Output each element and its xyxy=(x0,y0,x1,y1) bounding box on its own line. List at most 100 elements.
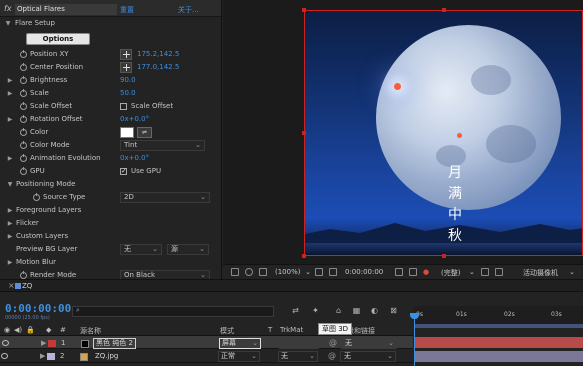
mask-icon[interactable] xyxy=(245,268,253,276)
layer-label-color[interactable] xyxy=(47,353,55,360)
eye-icon[interactable] xyxy=(2,340,9,346)
trkmat-select[interactable]: 无 ⌄ xyxy=(278,351,318,362)
stopwatch-icon[interactable] xyxy=(20,89,27,97)
layer-search-input[interactable]: ⌕ xyxy=(72,306,274,317)
close-icon[interactable]: × xyxy=(8,281,15,290)
trkmat-select[interactable] xyxy=(279,338,319,349)
stopwatch-icon[interactable] xyxy=(20,76,27,84)
region-icon[interactable] xyxy=(481,268,489,276)
transparency-grid-icon[interactable] xyxy=(495,268,503,276)
layer-mode-select[interactable]: 屏幕 ⌄ xyxy=(219,338,261,349)
motion-blur-icon[interactable]: ◐ xyxy=(369,305,380,316)
group-custom-layers[interactable]: ▶ Custom Layers xyxy=(0,230,221,243)
resolution-select[interactable]: (完整) xyxy=(441,268,460,278)
frame-blending-icon[interactable]: ▦ xyxy=(351,305,362,316)
time-ruler[interactable]: 0s 01s 02s 03s xyxy=(414,306,583,324)
camera-select[interactable]: 活动摄像机 xyxy=(523,268,558,278)
stopwatch-icon[interactable] xyxy=(20,167,27,175)
timeline-tab[interactable]: × ZQ xyxy=(0,280,583,292)
crosshair-icon[interactable] xyxy=(120,49,132,60)
layer-duration-bar[interactable] xyxy=(414,351,583,362)
color-swatch[interactable] xyxy=(120,127,134,138)
layer-row[interactable]: ▶ 2 ZQ.jpg 正常 ⌄ 无 ⌄ @ 无 ⌄ xyxy=(0,350,413,363)
scale-offset-checkbox[interactable] xyxy=(120,103,127,110)
source-type-select[interactable]: 2D ⌄ xyxy=(120,192,210,203)
pickwhip-icon[interactable]: @ xyxy=(329,338,337,347)
eye-icon[interactable] xyxy=(1,353,8,359)
fx-badge[interactable]: fx xyxy=(4,4,12,13)
current-time[interactable]: 0:00:00:00 xyxy=(5,302,71,315)
layer-duration-bar[interactable] xyxy=(414,337,583,348)
snapshot-icon[interactable] xyxy=(409,268,417,276)
stopwatch-icon[interactable] xyxy=(20,115,27,123)
draft-3d-icon[interactable]: ✦ xyxy=(310,305,321,316)
chevron-down-icon[interactable]: ⌄ xyxy=(569,268,575,276)
chevron-right-icon[interactable]: ▶ xyxy=(40,352,45,360)
group-positioning-mode[interactable]: ▼ Positioning Mode xyxy=(0,178,221,191)
composition-tab-name[interactable]: ZQ xyxy=(22,282,32,290)
flare-center-point[interactable] xyxy=(457,133,462,138)
chevron-right-icon[interactable]: ▶ xyxy=(6,217,14,230)
flare-setup-group[interactable]: ▼ Flare Setup xyxy=(0,17,221,30)
composition-viewer[interactable]: 月 满 中 秋 xyxy=(223,0,583,264)
eye-icon[interactable]: ◉ xyxy=(4,326,10,334)
flowchart-icon[interactable]: ⇄ xyxy=(290,305,301,316)
property-value[interactable]: 177.0,142.5 xyxy=(137,61,179,74)
fit-icon[interactable] xyxy=(315,268,323,276)
lens-flare[interactable] xyxy=(394,83,401,90)
label-icon[interactable]: ◆ xyxy=(46,326,51,334)
chevron-down-icon[interactable]: ▼ xyxy=(6,178,14,191)
layer-mode-select[interactable]: 正常 ⌄ xyxy=(218,351,260,362)
property-value[interactable]: 0x+0.0° xyxy=(120,113,149,126)
chevron-right-icon[interactable]: ▶ xyxy=(6,230,14,243)
monitor-icon[interactable] xyxy=(231,268,239,276)
chevron-right-icon[interactable]: ▶ xyxy=(6,256,14,269)
hide-shy-icon[interactable]: ⌂ xyxy=(333,305,344,316)
layer-label-color[interactable] xyxy=(48,340,56,347)
property-value[interactable]: 175.2,142.5 xyxy=(137,48,179,61)
transform-handle[interactable] xyxy=(302,8,306,12)
use-gpu-checkbox[interactable] xyxy=(120,165,127,178)
property-value[interactable]: 90.0 xyxy=(120,74,136,87)
stopwatch-icon[interactable] xyxy=(20,271,27,279)
pickwhip-icon[interactable]: @ xyxy=(328,351,336,360)
group-foreground-layers[interactable]: ▶ Foreground Layers xyxy=(0,204,221,217)
chevron-down-icon[interactable]: ▼ xyxy=(4,17,12,30)
parent-select[interactable]: 无 ⌄ xyxy=(341,338,397,349)
property-value[interactable]: 0x+0.0° xyxy=(120,152,149,165)
transform-handle[interactable] xyxy=(302,131,306,135)
grid-icon[interactable] xyxy=(259,268,267,276)
stopwatch-icon[interactable] xyxy=(20,50,27,58)
color-channel-icon[interactable]: ● xyxy=(423,268,429,276)
group-flicker[interactable]: ▶ Flicker xyxy=(0,217,221,230)
camera-icon[interactable] xyxy=(395,268,403,276)
property-value[interactable]: 50.0 xyxy=(120,87,136,100)
audio-icon[interactable]: ◀) xyxy=(14,326,22,334)
chevron-right-icon[interactable]: ▶ xyxy=(41,339,46,348)
zoom-select[interactable]: (100%) xyxy=(275,268,300,276)
transform-handle[interactable] xyxy=(442,254,446,258)
effect-name[interactable]: Optical Flares xyxy=(15,4,117,15)
chevron-down-icon[interactable]: ⌄ xyxy=(305,268,311,276)
stopwatch-icon[interactable] xyxy=(20,102,27,110)
options-button[interactable]: Options xyxy=(26,33,90,45)
composition-canvas[interactable]: 月 满 中 秋 xyxy=(304,10,583,256)
chevron-right-icon[interactable]: ▶ xyxy=(6,204,14,217)
safe-zones-icon[interactable] xyxy=(329,268,337,276)
transform-handle[interactable] xyxy=(442,8,446,12)
chevron-right-icon[interactable]: ▶ xyxy=(6,152,14,165)
mode-column[interactable]: 模式 xyxy=(220,326,234,336)
layer-row[interactable]: ▶ 1 黑色 纯色 2 屏幕 ⌄ @ 无 ⌄ xyxy=(0,336,413,349)
stopwatch-icon[interactable] xyxy=(20,63,27,71)
stopwatch-icon[interactable] xyxy=(20,141,27,149)
preview-bg-layer-select[interactable]: 无 ⌄ xyxy=(120,244,162,255)
preview-bg-source-select[interactable]: 源 ⌄ xyxy=(167,244,209,255)
viewer-timecode[interactable]: 0:00:00:00 xyxy=(345,268,383,276)
chevron-right-icon[interactable]: ▶ xyxy=(6,87,14,100)
lock-icon[interactable]: 🔒 xyxy=(26,326,35,334)
trkmat-column[interactable]: TrkMat xyxy=(280,326,303,334)
transform-handle[interactable] xyxy=(302,254,306,258)
parent-select[interactable]: 无 ⌄ xyxy=(340,351,396,362)
graph-editor-icon[interactable]: ⊠ xyxy=(388,305,399,316)
chevron-right-icon[interactable]: ▶ xyxy=(6,113,14,126)
